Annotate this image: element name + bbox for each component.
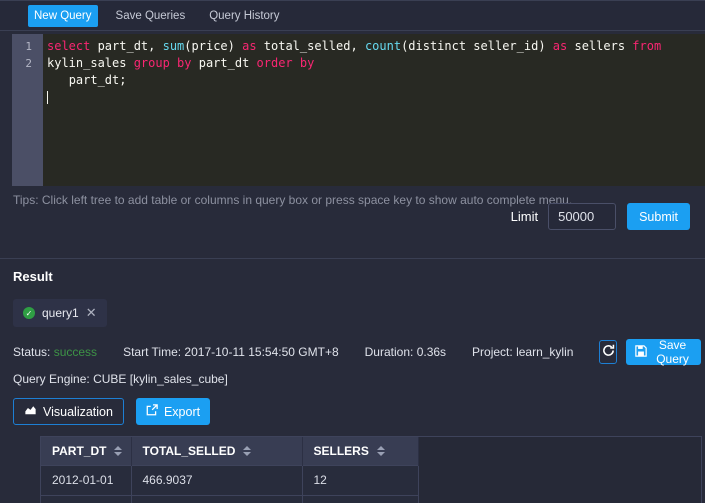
start-time-field: Start Time: 2017-10-11 15:54:50 GMT+8 — [123, 345, 339, 359]
close-icon[interactable]: ✕ — [86, 305, 97, 321]
table-row: 2012-01-01466.903712 — [41, 465, 418, 495]
table-body: 2012-01-01466.9037122012-01-02970.234717 — [41, 465, 418, 503]
floppy-icon — [635, 345, 647, 360]
column-header-total_selled[interactable]: TOTAL_SELLED — [131, 437, 302, 465]
table-cell: 12 — [302, 465, 418, 495]
query-tabs: New Query Save Queries Query History — [0, 0, 705, 31]
check-circle-icon: ✓ — [23, 307, 35, 319]
submit-button[interactable]: Submit — [627, 203, 690, 230]
line-number: 1 — [12, 38, 32, 55]
result-actions-row: Visualization Export — [13, 398, 705, 425]
line-number: 2 — [12, 55, 32, 72]
column-header-sellers[interactable]: SELLERS — [302, 437, 418, 465]
sql-code-area[interactable]: select part_dt, sum(price) as total_sell… — [43, 34, 705, 186]
section-divider — [0, 258, 705, 259]
query-tab-label: query1 — [42, 306, 79, 320]
refresh-icon — [602, 344, 615, 360]
result-table-container: PART_DTTOTAL_SELLEDSELLERS 2012-01-01466… — [40, 436, 702, 503]
table-cell: 2012-01-02 — [41, 495, 131, 503]
query-engine-field: Query Engine: CUBE [kylin_sales_cube] — [13, 372, 705, 386]
table-cell: 2012-01-01 — [41, 465, 131, 495]
sort-icon[interactable] — [243, 446, 251, 456]
limit-input[interactable] — [548, 203, 616, 230]
table-header-row: PART_DTTOTAL_SELLEDSELLERS — [41, 437, 418, 465]
text-cursor — [47, 91, 48, 104]
table-cell: 970.2347 — [131, 495, 302, 503]
tab-query-history[interactable]: Query History — [203, 5, 285, 27]
table-cell: 17 — [302, 495, 418, 503]
visualization-button[interactable]: Visualization — [13, 398, 124, 425]
limit-label: Limit — [511, 209, 538, 224]
sort-icon[interactable] — [114, 446, 122, 456]
table-cell: 466.9037 — [131, 465, 302, 495]
limit-row: Limit Submit — [511, 203, 690, 230]
result-table: PART_DTTOTAL_SELLEDSELLERS 2012-01-01466… — [41, 437, 419, 503]
sql-editor[interactable]: 12 select part_dt, sum(price) as total_s… — [12, 34, 705, 186]
sort-icon[interactable] — [377, 446, 385, 456]
editor-gutter: 12 — [12, 34, 43, 186]
result-query-tab[interactable]: ✓ query1 ✕ — [13, 299, 107, 327]
status-field: Status: success — [13, 345, 97, 359]
result-title: Result — [13, 269, 705, 284]
external-link-icon — [146, 404, 158, 419]
tips-text: Tips: Click left tree to add table or co… — [13, 193, 572, 207]
tab-save-queries[interactable]: Save Queries — [110, 5, 192, 27]
duration-field: Duration: 0.36s — [365, 345, 446, 359]
save-query-button[interactable]: Save Query — [626, 339, 701, 365]
project-field: Project: learn_kylin — [472, 345, 573, 359]
area-chart-icon — [24, 404, 37, 419]
export-button[interactable]: Export — [136, 398, 210, 425]
tab-new-query[interactable]: New Query — [28, 5, 98, 27]
status-row: Status: success Start Time: 2017-10-11 1… — [13, 339, 690, 365]
table-row: 2012-01-02970.234717 — [41, 495, 418, 503]
column-header-part_dt[interactable]: PART_DT — [41, 437, 131, 465]
refresh-button[interactable] — [599, 340, 616, 364]
sql-tokens: select part_dt, sum(price) as total_sell… — [47, 39, 668, 87]
status-value: success — [54, 345, 97, 359]
